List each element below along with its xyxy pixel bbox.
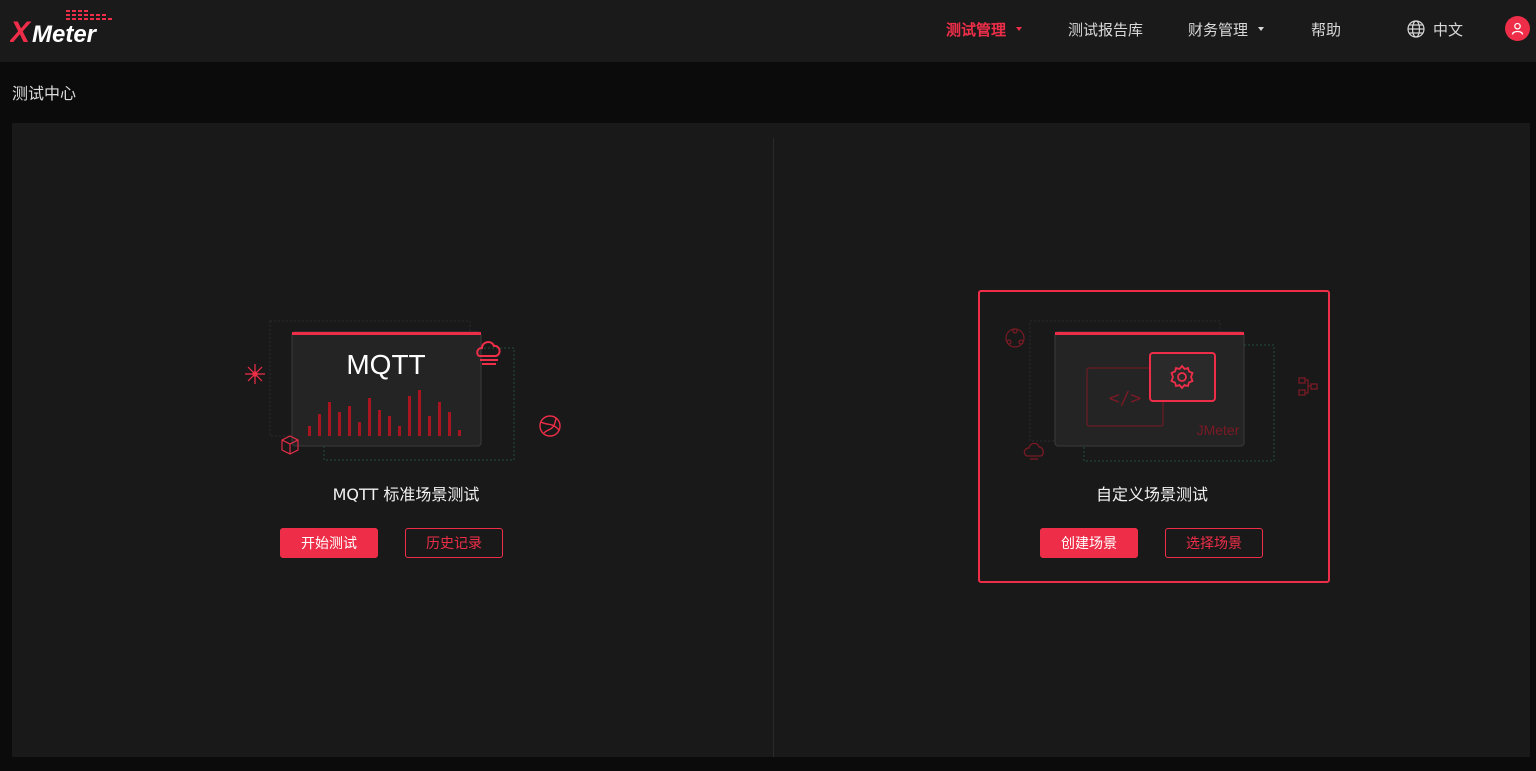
custom-card-title: 自定义场景测试 <box>1095 485 1208 504</box>
globe-icon <box>1407 20 1425 38</box>
user-icon <box>1511 22 1524 35</box>
select-scenario-button[interactable]: 选择场景 <box>1165 528 1263 558</box>
history-button[interactable]: 历史记录 <box>405 528 503 558</box>
nav-finance-label: 财务管理 <box>1188 20 1249 39</box>
jmeter-illustration-text: JMeter <box>1197 422 1240 438</box>
flow-chart-icon <box>1298 377 1318 396</box>
create-scenario-button[interactable]: 创建场景 <box>1040 528 1138 558</box>
language-switcher[interactable]: 中文 <box>1407 19 1463 39</box>
logo-x: X <box>10 16 32 48</box>
chevron-down-icon <box>1258 27 1265 31</box>
mqtt-card-title: MQTT 标准场景测试 <box>332 485 480 504</box>
panel-divider <box>773 138 774 757</box>
page-breadcrumb: 测试中心 <box>12 84 77 103</box>
atom-icon <box>1005 328 1025 348</box>
top-navbar: X Meter 测试管理 测试报告库 财务管理 帮助 中文 <box>0 0 1536 62</box>
logo-meter: Meter <box>32 21 98 48</box>
language-label: 中文 <box>1433 20 1464 39</box>
network-node-icon <box>245 364 265 384</box>
cloud-icon <box>1023 442 1044 460</box>
mqtt-illustration: MQTT <box>245 320 561 461</box>
nav-test-management-label: 测试管理 <box>946 20 1007 39</box>
nav-finance[interactable]: 财务管理 <box>1188 19 1265 39</box>
custom-illustration: </> JMeter <box>1005 320 1318 462</box>
globe-network-icon <box>539 415 561 437</box>
mqtt-illustration-text: MQTT <box>346 349 425 380</box>
start-test-button[interactable]: 开始测试 <box>280 528 378 558</box>
nav-report-library[interactable]: 测试报告库 <box>1068 19 1143 39</box>
nav-report-library-label: 测试报告库 <box>1068 20 1144 39</box>
user-avatar[interactable] <box>1505 16 1530 41</box>
nav-help-label: 帮助 <box>1311 20 1342 39</box>
nav-test-management[interactable]: 测试管理 <box>946 19 1023 39</box>
code-icon: </> <box>1109 388 1142 409</box>
nav-help[interactable]: 帮助 <box>1311 19 1341 39</box>
test-center-panel: MQTT MQTT 标准场景测试 开始测试 历史记录 </> JMeter 自定… <box>12 123 1530 757</box>
xmeter-logo[interactable]: X Meter <box>10 8 112 48</box>
chevron-down-icon <box>1016 27 1023 31</box>
